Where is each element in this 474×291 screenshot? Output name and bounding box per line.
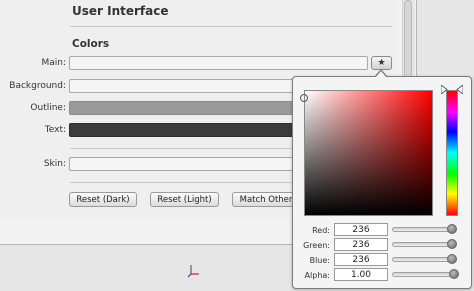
text-color-label: Text: [44, 125, 66, 135]
red-input[interactable]: 236 [334, 223, 388, 236]
skin-label: Skin: [43, 159, 66, 169]
popup-pointer-inner [375, 71, 387, 78]
skin-field[interactable] [69, 157, 299, 171]
green-slider-knob[interactable] [447, 239, 457, 249]
section-title-user-interface: User Interface [72, 4, 169, 18]
main-color-field[interactable] [69, 56, 368, 70]
color-picker-button[interactable]: ★ [371, 56, 392, 70]
scrollbar-thumb[interactable] [404, 0, 412, 78]
match-other-button[interactable]: Match Other [232, 192, 300, 207]
blue-input[interactable]: 236 [334, 253, 388, 266]
blue-label: Blue: [309, 256, 330, 265]
saturation-value-handle[interactable] [300, 94, 308, 102]
green-input[interactable]: 236 [334, 238, 388, 251]
alpha-input[interactable]: 1.00 [334, 268, 388, 281]
star-icon: ★ [377, 58, 386, 68]
axis-gizmo-icon [187, 265, 199, 278]
divider [70, 182, 295, 183]
blue-slider[interactable] [392, 257, 452, 262]
text-color-field[interactable] [69, 123, 299, 137]
divider [70, 148, 295, 149]
alpha-slider[interactable] [392, 272, 452, 277]
alpha-label: Alpha: [304, 271, 330, 280]
blue-slider-knob[interactable] [447, 254, 457, 264]
green-slider[interactable] [392, 242, 452, 247]
reset-light-button[interactable]: Reset (Light) [150, 192, 219, 207]
red-slider[interactable] [392, 227, 452, 232]
reset-dark-button[interactable]: Reset (Dark) [69, 192, 137, 207]
main-color-label: Main: [41, 58, 66, 68]
section-title-colors: Colors [72, 38, 110, 50]
hue-slider[interactable] [446, 90, 458, 216]
outline-color-label: Outline: [30, 103, 66, 113]
green-label: Green: [303, 241, 330, 250]
background-color-field[interactable] [69, 79, 299, 93]
alpha-slider-knob[interactable] [449, 269, 459, 279]
hue-marker[interactable] [441, 85, 463, 94]
saturation-value-field[interactable] [304, 90, 433, 216]
outline-color-field[interactable] [69, 101, 299, 115]
divider [70, 26, 392, 27]
background-color-label: Background: [9, 81, 66, 91]
red-slider-knob[interactable] [447, 224, 457, 234]
red-label: Red: [312, 226, 330, 235]
